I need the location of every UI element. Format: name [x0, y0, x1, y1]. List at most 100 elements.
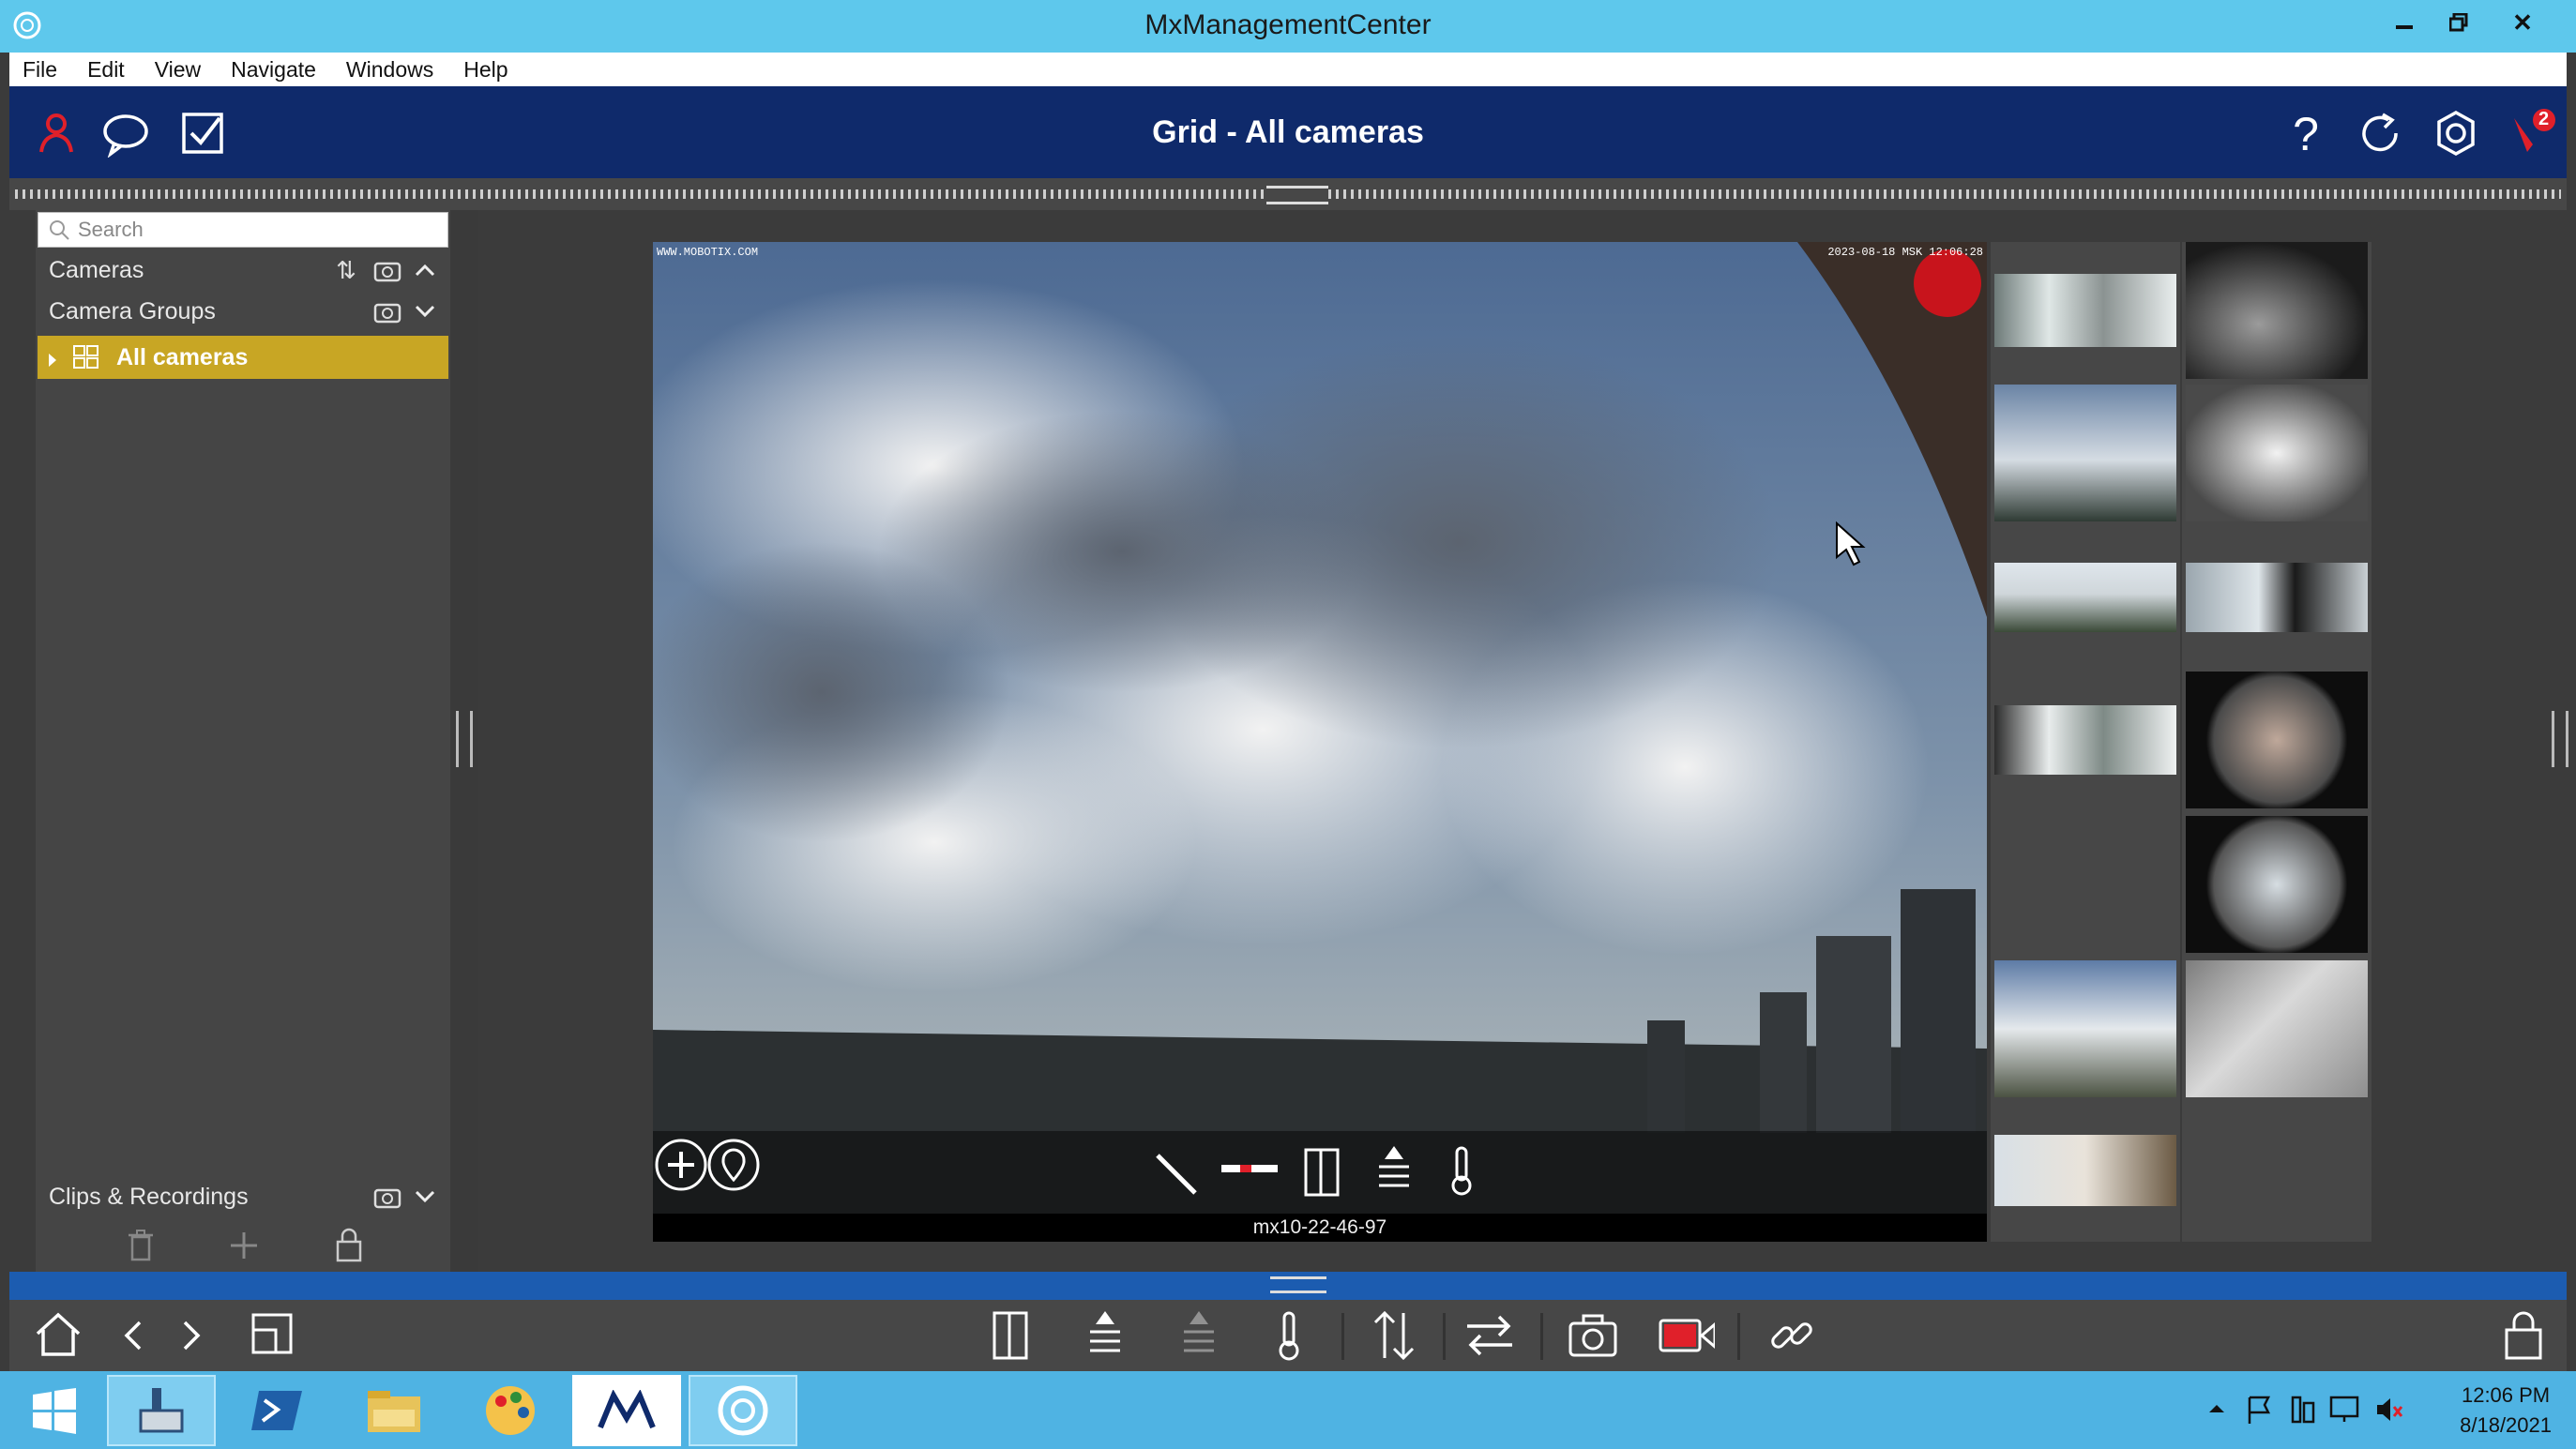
bottom-splitter[interactable] [9, 1272, 2567, 1300]
group-item-all-cameras[interactable]: All cameras [38, 336, 448, 379]
door-icon[interactable] [1300, 1146, 1345, 1199]
camera-watermark-left: WWW.MOBOTIX.COM [657, 246, 758, 259]
network-icon[interactable] [2289, 1394, 2317, 1430]
file-explorer-icon[interactable] [340, 1375, 448, 1446]
windows-start-icon[interactable] [0, 1375, 109, 1446]
zoom-in-icon[interactable] [653, 1137, 709, 1193]
expand-arrow-icon[interactable] [47, 348, 58, 375]
trash-icon[interactable] [126, 1229, 156, 1267]
alarm-bell-icon[interactable]: 2 [2507, 109, 2559, 158]
sort-arrows-icon[interactable] [1366, 1307, 1422, 1364]
menu-windows[interactable]: Windows [346, 57, 433, 83]
camera-thumbnail[interactable] [2186, 960, 2368, 1097]
camera-thumbnail[interactable] [2186, 816, 2368, 953]
camera-snapshot-icon[interactable] [371, 1181, 403, 1213]
bottom-toolbar [9, 1300, 2567, 1371]
mobotix-mx-icon[interactable] [572, 1375, 681, 1446]
camera-groups-label: Camera Groups [49, 297, 216, 325]
windows-taskbar: 12:06 PM 8/18/2021 [0, 1371, 2576, 1449]
volume-muted-icon[interactable] [2373, 1394, 2405, 1430]
camera-thumbnail[interactable] [2186, 563, 2368, 632]
top-splitter[interactable] [9, 178, 2567, 210]
lock-icon[interactable] [334, 1227, 364, 1267]
chevron-down-icon[interactable] [409, 1181, 441, 1213]
camera-snapshot-icon[interactable] [371, 295, 403, 327]
splitter-grip-icon[interactable] [1270, 1276, 1326, 1293]
link-icon[interactable] [1764, 1307, 1820, 1364]
powershell-icon[interactable] [223, 1375, 332, 1446]
refresh-icon[interactable] [2355, 109, 2407, 158]
window-title-bar: MxManagementCenter ✕ [0, 0, 2576, 53]
group-item-label: All cameras [116, 343, 249, 370]
display-icon[interactable] [2328, 1394, 2360, 1430]
close-button[interactable]: ✕ [2497, 6, 2548, 39]
home-icon[interactable] [30, 1307, 86, 1364]
thermometer-icon[interactable] [1443, 1144, 1480, 1197]
search-input[interactable]: Search [38, 212, 448, 248]
app-header: Grid - All cameras ? 2 [9, 86, 2567, 178]
camera-thumbnail[interactable] [1994, 960, 2176, 1097]
camera-thumbnail[interactable] [1994, 705, 2176, 775]
left-splitter[interactable] [450, 210, 478, 1272]
splitter-grip-icon[interactable] [2552, 711, 2568, 767]
chevron-down-icon[interactable] [409, 295, 441, 327]
camera-thumbnail[interactable] [2186, 242, 2368, 379]
clock-date: 8/18/2021 [2460, 1413, 2552, 1437]
camera-watermark-right: 2023-08-18 MSK 12:06:28 [1827, 246, 1983, 259]
camera-thumbnail[interactable] [1994, 274, 2176, 347]
splitter-grip-icon[interactable] [1266, 186, 1328, 204]
camera-thumbnail[interactable] [1994, 385, 2176, 521]
alarm-count-badge: 2 [2538, 109, 2550, 129]
search-icon [48, 219, 70, 247]
back-icon[interactable] [105, 1307, 161, 1364]
add-icon[interactable] [227, 1229, 261, 1267]
camera-thumbnail[interactable] [2186, 385, 2368, 521]
flag-icon[interactable] [2246, 1394, 2274, 1430]
thermometer-icon[interactable] [1261, 1307, 1317, 1364]
barrier-icon[interactable] [1220, 1155, 1280, 1184]
help-icon[interactable]: ? [2280, 108, 2332, 160]
camera-thumbnail[interactable] [2186, 672, 2368, 808]
main-camera-view[interactable]: WWW.MOBOTIX.COM 2023-08-18 MSK 12:06:28 … [653, 242, 1987, 1242]
mx-management-center-icon[interactable] [689, 1375, 797, 1446]
light-icon[interactable] [1077, 1307, 1133, 1364]
wiper-icon[interactable] [1150, 1148, 1203, 1200]
window-title: MxManagementCenter [1144, 9, 1432, 40]
toolbar-separator [1443, 1313, 1446, 1360]
swap-icon[interactable] [1462, 1307, 1518, 1364]
settings-gear-icon[interactable] [2430, 109, 2482, 158]
menu-view[interactable]: View [155, 57, 201, 83]
taskbar-clock[interactable]: 12:06 PM 8/18/2021 [2460, 1381, 2552, 1441]
forward-icon[interactable] [163, 1307, 220, 1364]
paint-icon[interactable] [456, 1375, 565, 1446]
tray-overflow-icon[interactable] [2206, 1399, 2227, 1423]
left-panel-actions [36, 1219, 450, 1272]
chevron-up-icon[interactable] [409, 254, 441, 286]
camera-thumbnail[interactable] [1994, 563, 2176, 632]
light-icon[interactable] [1371, 1144, 1417, 1197]
toolbar-separator [1737, 1313, 1740, 1360]
sort-icon[interactable]: ⇅ [330, 254, 362, 286]
menu-file[interactable]: File [23, 57, 57, 83]
menu-edit[interactable]: Edit [87, 57, 125, 83]
layout-icon[interactable] [246, 1307, 302, 1364]
restore-button[interactable] [2433, 6, 2484, 39]
lock-icon[interactable] [2495, 1307, 2552, 1364]
cameras-section-header[interactable]: Cameras ⇅ [38, 249, 448, 291]
camera-groups-section-header[interactable]: Camera Groups [38, 291, 448, 332]
door-icon[interactable] [983, 1307, 1039, 1364]
splitter-grip-icon[interactable] [456, 711, 473, 767]
menu-navigate[interactable]: Navigate [231, 57, 316, 83]
camera-snapshot-icon[interactable] [371, 254, 403, 286]
camera-thumbnail[interactable] [1994, 1135, 2176, 1206]
record-icon[interactable] [1659, 1307, 1715, 1364]
minimize-button[interactable] [2379, 6, 2430, 39]
server-manager-icon[interactable] [107, 1375, 216, 1446]
search-placeholder: Search [78, 218, 144, 241]
svg-text:?: ? [2293, 109, 2319, 158]
clips-recordings-section-header[interactable]: Clips & Recordings [38, 1176, 448, 1217]
menu-help[interactable]: Help [463, 57, 508, 83]
light-off-icon[interactable] [1171, 1307, 1227, 1364]
location-pin-icon[interactable] [705, 1137, 762, 1193]
snapshot-camera-icon[interactable] [1565, 1307, 1621, 1364]
